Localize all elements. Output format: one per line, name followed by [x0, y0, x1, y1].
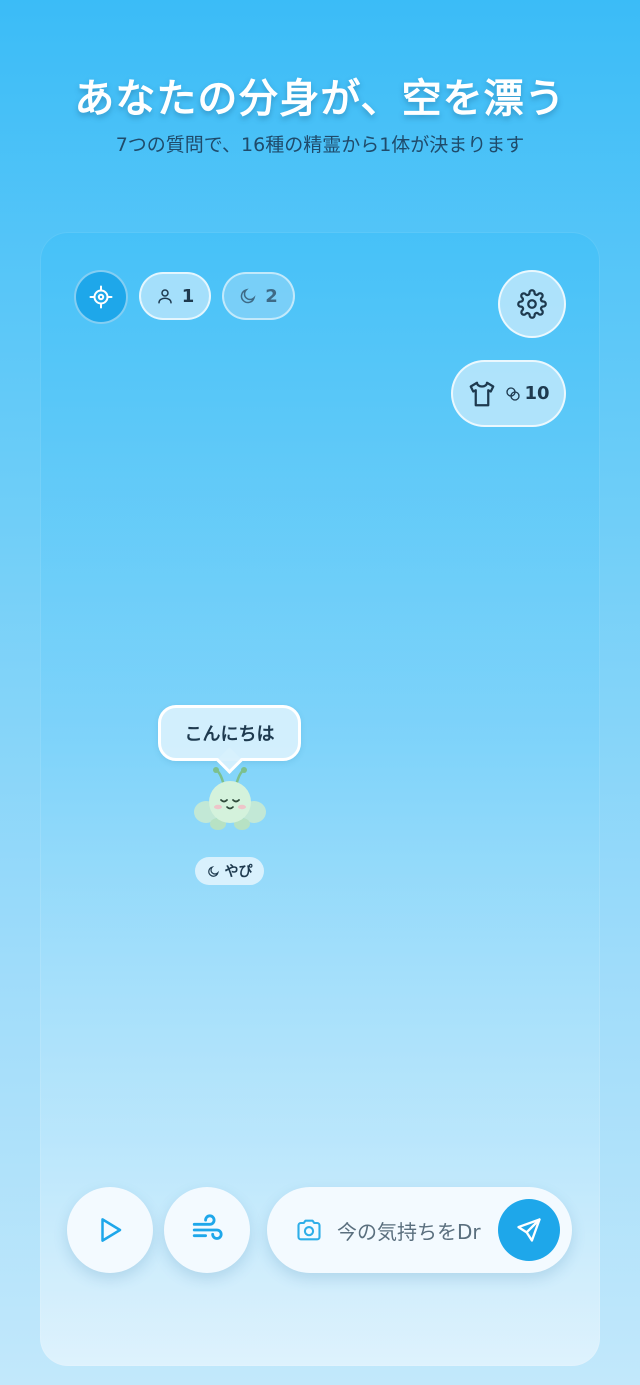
play-button[interactable] — [67, 1187, 153, 1273]
feeling-input[interactable] — [337, 1211, 489, 1249]
coin-balance: 10 — [505, 383, 550, 404]
crosshair-icon — [89, 285, 113, 309]
send-button[interactable] — [498, 1199, 560, 1261]
play-icon — [101, 1218, 122, 1242]
camera-icon[interactable] — [295, 1216, 323, 1244]
moon-icon — [240, 288, 256, 304]
users-count: 1 — [181, 285, 195, 307]
spirit-name-tag: やぴ — [195, 857, 264, 885]
night-count-button[interactable]: 2 — [222, 272, 295, 320]
page-subtitle: 7つの質問で、16種の精霊から1体が決まります — [115, 134, 525, 156]
wardrobe-button[interactable]: 10 — [451, 360, 566, 427]
wind-icon — [192, 1214, 223, 1240]
spirit-character[interactable] — [190, 762, 270, 837]
send-icon — [517, 1218, 541, 1242]
speech-text: こんにちは — [184, 724, 275, 745]
spirit-name: やぴ — [224, 864, 253, 880]
users-count-button[interactable]: 1 — [139, 272, 211, 320]
message-bar — [267, 1187, 572, 1273]
locate-button[interactable] — [74, 270, 128, 324]
wind-button[interactable] — [164, 1187, 250, 1273]
gear-icon — [517, 289, 547, 319]
night-count: 2 — [265, 285, 278, 307]
page-title: あなたの分身が、空を漂う — [74, 76, 566, 122]
coin-icon — [506, 386, 521, 401]
coin-count: 10 — [524, 383, 550, 404]
person-icon — [157, 289, 172, 304]
shirt-icon — [470, 381, 495, 406]
header: あなたの分身が、空を漂う 7つの質問で、16種の精霊から1体が決まります — [0, 66, 640, 157]
moon-icon — [207, 865, 219, 877]
settings-button[interactable] — [498, 270, 566, 338]
